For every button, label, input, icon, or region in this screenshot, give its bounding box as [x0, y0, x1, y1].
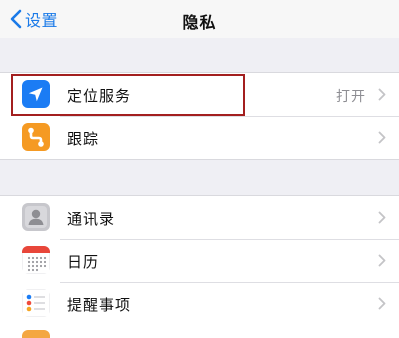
reminders-row[interactable]: 提醒事项: [0, 282, 399, 325]
tracking-label: 跟踪: [67, 130, 100, 148]
tracking-row[interactable]: 跟踪: [0, 116, 399, 159]
chevron-right-icon: [378, 297, 386, 310]
chevron-right-icon: [378, 131, 386, 144]
contacts-icon: [22, 203, 50, 231]
calendar-icon: [22, 246, 50, 274]
contacts-row[interactable]: 通讯录: [0, 196, 399, 239]
location-services-label: 定位服务: [67, 87, 132, 105]
calendar-label: 日历: [67, 253, 100, 271]
chevron-right-icon: [378, 88, 386, 101]
privacy-screen: 设置 隐私 定位服务 打开 跟踪 通讯录 日历 提醒事项: [0, 0, 399, 338]
page-title: 隐私: [182, 13, 217, 32]
tracking-icon: [22, 123, 50, 151]
contacts-label: 通讯录: [67, 210, 116, 228]
photos-icon: [22, 330, 50, 338]
reminders-icon: [22, 289, 50, 317]
chevron-right-icon: [378, 254, 386, 267]
reminders-label: 提醒事项: [67, 296, 132, 314]
chevron-right-icon: [378, 211, 386, 224]
location-services-row[interactable]: 定位服务 打开: [0, 73, 399, 116]
privacy-group-apps: 通讯录 日历 提醒事项: [0, 195, 399, 326]
navigation-bar: 设置 隐私: [0, 0, 399, 38]
location-arrow-icon: [22, 80, 50, 108]
calendar-row[interactable]: 日历: [0, 239, 399, 282]
location-services-value: 打开: [336, 89, 366, 105]
privacy-group-primary: 定位服务 打开 跟踪: [0, 72, 399, 160]
next-row-partial[interactable]: [0, 325, 399, 338]
